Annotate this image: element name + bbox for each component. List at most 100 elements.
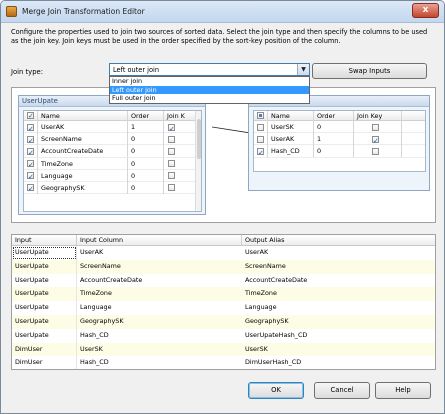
table-row[interactable]: UserUpate AccountCreateDate AccountCreateD… [12, 273, 435, 288]
column-row[interactable]: TimeZone0 [24, 157, 201, 170]
column-row[interactable]: UserSK 0 [254, 121, 425, 134]
input-column-cell[interactable]: GeographySK [77, 315, 242, 329]
header-input-column: Input Column [77, 235, 242, 245]
input-column-cell[interactable]: Hash_CD [77, 356, 242, 369]
close-button[interactable]: x [412, 3, 439, 18]
join-key-checkbox[interactable] [372, 147, 379, 155]
column-row[interactable]: UserAK1 [254, 133, 425, 146]
row-checkbox[interactable] [27, 183, 34, 194]
table-row[interactable]: UserUpate UserAK UserAK [12, 246, 435, 260]
table-row[interactable]: UserUpate Language Language [12, 301, 435, 315]
input-cell[interactable]: UserUpate [12, 287, 77, 302]
row-checkbox[interactable] [257, 135, 264, 143]
input-column-cell[interactable]: Language [77, 301, 242, 315]
col-joinkey-header: Join K [164, 111, 197, 121]
join-key-checkbox[interactable] [372, 123, 379, 131]
header-output-alias: Output Alias [242, 235, 435, 245]
output-alias-cell[interactable]: UserUpateHash_CD [242, 329, 435, 343]
col-name-header: Name [268, 111, 314, 121]
left-grid-scrollbar[interactable] [195, 111, 201, 211]
column-row[interactable]: UserAK1 [24, 121, 201, 134]
input-cell[interactable]: DimUser [12, 342, 77, 357]
table-row[interactable]: DimUser Hash_CD DimUserHash_CD [12, 356, 435, 369]
row-checkbox[interactable] [257, 123, 264, 131]
join-type-select[interactable]: Left outer join ▼ [109, 63, 310, 76]
swap-inputs-button[interactable]: Swap Inputs [312, 63, 427, 79]
join-key-checkbox[interactable] [168, 184, 175, 192]
title-bar: Merge Join Transformation Editor x [1, 1, 444, 23]
option-inner-join[interactable]: Inner join [110, 77, 309, 86]
output-alias-cell[interactable]: ScreenName [242, 260, 435, 274]
column-name: Language [38, 169, 128, 182]
join-key-checkbox[interactable] [168, 160, 175, 168]
row-checkbox[interactable] [27, 147, 34, 157]
table-row[interactable]: UserUpate Hash_CD UserUpateHash_CD [12, 328, 435, 343]
input-column-cell[interactable]: UserSK [77, 343, 242, 357]
output-alias-cell[interactable]: TimeZone [242, 287, 435, 301]
column-order: 0 [128, 169, 164, 182]
join-key-checkbox[interactable] [168, 135, 175, 143]
column-row[interactable]: Hash_CD0 [254, 145, 425, 158]
scroll-thumb[interactable] [197, 119, 201, 159]
right-grid-header: Name Order Join Key [254, 111, 425, 121]
join-key-checkbox[interactable] [168, 172, 175, 180]
table-row[interactable]: UserUpate ScreenName ScreenName [12, 259, 435, 274]
join-key-checkbox[interactable] [168, 147, 175, 155]
row-checkbox[interactable] [257, 147, 264, 157]
input-cell[interactable]: DimUser [12, 356, 77, 369]
output-alias-cell[interactable]: AccountCreateDate [242, 274, 435, 288]
input-cell[interactable]: UserUpate [12, 259, 77, 274]
input-column-cell[interactable]: TimeZone [77, 287, 242, 301]
ok-button[interactable]: OK [248, 382, 304, 399]
row-checkbox[interactable] [27, 135, 34, 145]
table-row[interactable]: UserUpate GeographySK GeographySK [12, 314, 435, 329]
column-order: 1 [128, 121, 164, 133]
window-title: Merge Join Transformation Editor [22, 7, 145, 16]
right-input-table[interactable]: DimUser Name Order Join Key UserSK0UserA… [248, 95, 430, 191]
output-alias-cell[interactable]: UserAK [242, 246, 435, 260]
join-key-checkbox[interactable] [168, 123, 175, 133]
output-alias-cell[interactable]: Language [242, 301, 435, 315]
column-order: 0 [314, 145, 354, 158]
input-column-cell[interactable]: UserAK [77, 246, 242, 260]
column-row[interactable]: AccountCreateDate0 [24, 145, 201, 158]
cancel-button[interactable]: Cancel [314, 382, 370, 399]
help-button[interactable]: Help [375, 382, 431, 399]
column-row[interactable]: Language0 [24, 169, 201, 182]
input-column-cell[interactable]: Hash_CD [77, 329, 242, 343]
output-alias-cell[interactable]: DimUserHash_CD [242, 356, 435, 369]
join-key-cell [164, 121, 197, 133]
column-order: 1 [314, 133, 354, 146]
row-checkbox[interactable] [27, 171, 34, 182]
output-alias-cell[interactable]: GeographySK [242, 315, 435, 329]
input-column-cell[interactable]: AccountCreateDate [77, 274, 242, 288]
input-cell[interactable]: UserUpate [12, 246, 77, 260]
left-input-table[interactable]: UserUpate Name Order Join K UserAK1Scree… [18, 95, 206, 215]
column-row[interactable]: GeographySK0 [24, 181, 201, 195]
left-grid-header: Name Order Join K [24, 111, 201, 121]
select-all-checkbox[interactable] [257, 112, 264, 119]
select-all-checkbox[interactable] [27, 111, 34, 121]
option-full-outer-join[interactable]: Full outer join [110, 94, 309, 103]
table-row[interactable]: UserUpate TimeZone TimeZone [12, 287, 435, 302]
row-checkbox-cell [254, 133, 268, 146]
col-joinkey-header: Join Key [354, 111, 402, 121]
row-checkbox[interactable] [27, 159, 34, 170]
option-left-outer-join[interactable]: Left outer join [110, 85, 309, 94]
input-cell[interactable]: UserUpate [12, 328, 77, 343]
input-cell[interactable]: UserUpate [12, 301, 77, 315]
join-key-checkbox[interactable] [372, 135, 379, 145]
table-row[interactable]: DimUser UserSK UserSK [12, 342, 435, 357]
row-checkbox-cell [254, 121, 268, 133]
output-alias-cell[interactable]: UserSK [242, 343, 435, 357]
column-name: UserAK [38, 121, 128, 133]
row-checkbox[interactable] [27, 123, 34, 133]
col-name-header: Name [38, 111, 128, 121]
input-cell[interactable]: UserUpate [12, 273, 77, 288]
input-cell[interactable]: UserUpate [12, 314, 77, 329]
column-name: TimeZone [38, 157, 128, 170]
column-row[interactable]: ScreenName0 [24, 133, 201, 146]
row-checkbox-cell [24, 169, 38, 182]
input-column-cell[interactable]: ScreenName [77, 260, 242, 274]
chevron-down-icon[interactable]: ▼ [297, 64, 309, 75]
